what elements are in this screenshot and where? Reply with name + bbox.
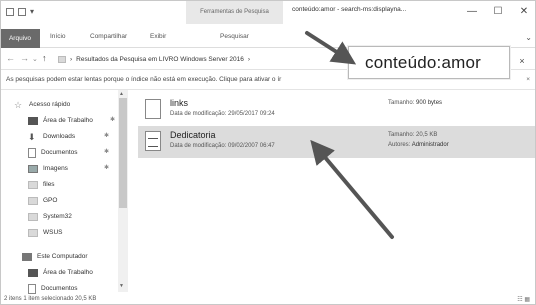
address-path-chevron[interactable]: › xyxy=(248,56,250,63)
result-size: Tamanho: 900 bytes xyxy=(388,100,443,106)
clear-search-icon[interactable]: × xyxy=(514,53,530,69)
scroll-down-icon[interactable]: ▼ xyxy=(119,283,124,289)
sidebar-item-downloads[interactable]: ⬇ Downloads ✱ xyxy=(28,130,109,143)
pin-icon: ✱ xyxy=(104,149,110,155)
sidebar-item-label: Documentos xyxy=(41,285,78,292)
download-icon: ⬇ xyxy=(28,131,36,142)
sidebar-item-este-computador[interactable]: Este Computador xyxy=(22,250,88,263)
minimize-button[interactable]: — xyxy=(460,3,484,19)
properties-icon[interactable] xyxy=(6,7,14,16)
pin-icon: ✱ xyxy=(110,117,116,123)
result-item-links[interactable]: links Data de modificação: 29/05/2017 09… xyxy=(138,94,536,126)
sidebar-item-label: files xyxy=(43,181,55,188)
sidebar-item-label: GPO xyxy=(43,197,58,204)
sidebar-item-files[interactable]: files xyxy=(28,178,55,191)
status-bar: 2 itens 1 item selecionado 20,5 KB ☷ ▦ xyxy=(0,296,536,305)
sidebar-item-label: Área de Trabalho xyxy=(43,117,93,124)
sidebar-item-label: Downloads xyxy=(43,133,76,140)
desktop-icon xyxy=(28,268,38,277)
tab-compartilhar[interactable]: Compartilhar xyxy=(90,33,127,40)
status-text: 2 itens 1 item selecionado 20,5 KB xyxy=(4,296,97,302)
sidebar-scroll-thumb[interactable] xyxy=(119,98,127,208)
folder-icon xyxy=(28,212,38,221)
result-name: Dedicatoria xyxy=(170,130,216,140)
view-mode-icons[interactable]: ☷ ▦ xyxy=(517,296,530,303)
sidebar-item-acesso-rapido[interactable]: ☆ Acesso rápido xyxy=(14,98,70,111)
arrow-to-result xyxy=(310,139,394,239)
result-modified: Data de modificação: 09/02/2007 06:47 xyxy=(170,143,275,149)
result-author: Autores: Administrador xyxy=(388,142,449,148)
folder-icon xyxy=(58,55,66,63)
tab-arquivo[interactable]: Arquivo xyxy=(0,29,40,48)
star-icon: ☆ xyxy=(14,99,23,110)
desktop-icon xyxy=(28,116,38,125)
tab-inicio[interactable]: Início xyxy=(50,33,66,40)
sidebar-item-label: Este Computador xyxy=(37,253,88,260)
search-input[interactable]: conteúdo:amor xyxy=(365,53,481,73)
pin-icon: ✱ xyxy=(104,133,110,139)
computer-icon xyxy=(22,252,32,261)
sidebar-item-imagens[interactable]: Imagens ✱ xyxy=(28,162,109,175)
documents-icon xyxy=(28,283,36,294)
ribbon-tabs: Arquivo Início Compartilhar Exibir Pesqu… xyxy=(0,24,536,48)
tab-exibir[interactable]: Exibir xyxy=(150,33,166,40)
file-icon xyxy=(145,99,161,119)
folder-icon xyxy=(28,180,38,189)
index-warning-message[interactable]: As pesquisas podem estar lentas porque o… xyxy=(6,76,281,83)
forward-button[interactable]: → xyxy=(20,53,29,63)
maximize-button[interactable]: ☐ xyxy=(486,3,510,19)
sidebar-item-documentos[interactable]: Documentos ✱ xyxy=(28,146,109,159)
sidebar-item-label: Documentos xyxy=(41,149,78,156)
word-document-icon xyxy=(145,131,161,151)
folder-icon xyxy=(28,196,38,205)
back-button[interactable]: ← xyxy=(6,53,15,63)
recent-locations-icon[interactable]: ⌄ xyxy=(32,55,38,63)
result-size: Tamanho: 20,5 KB xyxy=(388,132,438,138)
sidebar-item-label: Acesso rápido xyxy=(29,101,71,108)
documents-icon xyxy=(28,147,36,158)
expand-ribbon-icon[interactable]: ⌄ xyxy=(525,33,532,42)
up-button[interactable]: ↑ xyxy=(42,53,47,63)
images-icon xyxy=(28,164,38,173)
sidebar-item-label: WSUS xyxy=(43,229,63,236)
scroll-up-icon[interactable]: ▲ xyxy=(119,91,124,97)
context-tab-header: Ferramentas de Pesquisa xyxy=(186,0,283,24)
sidebar-item-wsus[interactable]: WSUS xyxy=(28,226,63,239)
sidebar-item-gpo[interactable]: GPO xyxy=(28,194,57,207)
navigation-pane: ☆ Acesso rápido Área de Trabalho ✱ ⬇ Dow… xyxy=(0,90,130,296)
window-title: conteúdo:amor - search-ms:displayna... xyxy=(292,6,407,13)
close-button[interactable]: ✕ xyxy=(512,3,536,19)
tab-pesquisar[interactable]: Pesquisar xyxy=(186,33,283,40)
result-name: links xyxy=(170,98,189,108)
sidebar-item-documentos-pc[interactable]: Documentos xyxy=(28,282,78,295)
result-item-dedicatoria[interactable]: Dedicatoria Data de modificação: 09/02/2… xyxy=(138,126,536,158)
sidebar-item-label: Área de Trabalho xyxy=(43,269,93,276)
title-bar: ▾ Ferramentas de Pesquisa conteúdo:amor … xyxy=(0,0,536,24)
address-bar[interactable]: › Resultados da Pesquisa em LIVRO Window… xyxy=(58,52,340,66)
folder-icon xyxy=(28,228,38,237)
new-folder-icon[interactable] xyxy=(18,7,26,16)
sidebar-item-area-de-trabalho[interactable]: Área de Trabalho ✱ xyxy=(28,114,115,127)
result-modified: Data de modificação: 29/05/2017 09:24 xyxy=(170,111,275,117)
quick-access-toolbar: ▾ xyxy=(6,7,34,16)
chevron-down-icon[interactable]: ▾ xyxy=(30,7,34,16)
sidebar-item-system32[interactable]: System32 xyxy=(28,210,72,223)
address-chevron: › xyxy=(70,55,73,63)
search-box[interactable]: conteúdo:amor xyxy=(348,46,510,79)
pin-icon: ✱ xyxy=(104,165,110,171)
sidebar-item-area-de-trabalho-pc[interactable]: Área de Trabalho xyxy=(28,266,93,279)
close-warning-icon[interactable]: × xyxy=(526,76,530,83)
address-path: Resultados da Pesquisa em LIVRO Windows … xyxy=(76,55,244,63)
sidebar-item-label: Imagens xyxy=(43,165,68,172)
sidebar-item-label: System32 xyxy=(43,213,72,220)
